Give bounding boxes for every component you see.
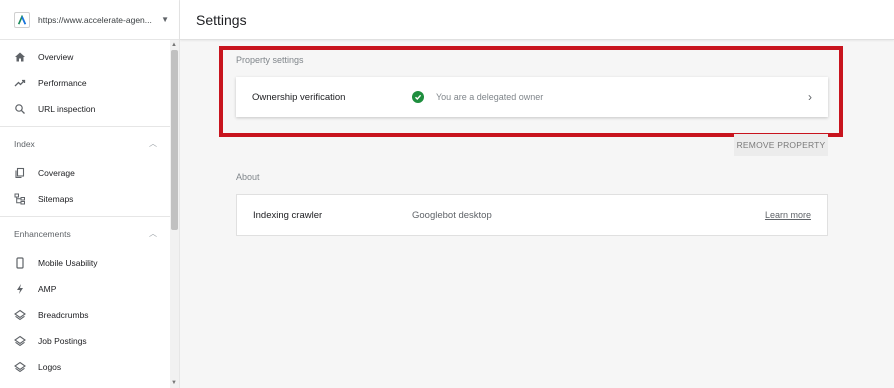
section-header-enhancements[interactable]: Enhancements ︿ [0,216,179,250]
sidebar-item-job-postings[interactable]: Job Postings [0,328,179,354]
sidebar-scrollbar[interactable]: ▲ ▼ [170,40,179,388]
sidebar-item-label: AMP [38,284,57,294]
sidebar-item-label: Coverage [38,168,75,178]
scroll-down-arrow-icon[interactable]: ▼ [171,380,177,386]
sitemap-icon [14,193,26,205]
sidebar-item-breadcrumbs[interactable]: Breadcrumbs [0,302,179,328]
section-title: Enhancements [14,228,71,239]
settings-content: Property settings Ownership verification… [180,40,894,388]
layers-icon [14,335,26,347]
copy-icon [14,167,26,179]
crawler-label: Indexing crawler [253,209,323,221]
sidebar-item-amp[interactable]: AMP [0,276,179,302]
chevron-down-icon[interactable]: ▼ [161,15,169,24]
sidebar-item-logos[interactable]: Logos [0,354,179,380]
home-icon [14,51,26,63]
trending-up-icon [14,77,26,89]
layers-icon [14,361,26,373]
chevron-up-icon[interactable]: ︿ [149,228,157,239]
about-label: About [236,172,260,182]
bolt-icon [14,283,26,295]
page-title: Settings [196,11,247,28]
sidebar-item-performance[interactable]: Performance [0,70,179,96]
sidebar: https://www.accelerate-agen... ▼ Overvie… [0,0,180,388]
section-title: Index [14,138,35,149]
sidebar-item-coverage[interactable]: Coverage [0,160,179,186]
property-logo-icon [14,11,30,28]
sidebar-item-label: Breadcrumbs [38,310,89,320]
phone-icon [14,257,26,269]
sidebar-item-label: URL inspection [38,104,96,114]
scrollbar-thumb[interactable] [171,50,178,230]
remove-property-button[interactable]: REMOVE PROPERTY [734,134,828,156]
sidebar-item-label: Performance [38,78,87,88]
sidebar-item-url-inspection[interactable]: URL inspection [0,96,179,122]
section-header-index[interactable]: Index ︿ [0,126,179,160]
sidebar-item-sitemaps[interactable]: Sitemaps [0,186,179,212]
top-header: Settings [180,0,894,40]
sidebar-item-label: Sitemaps [38,194,74,204]
sidebar-item-label: Job Postings [38,336,87,346]
scroll-up-arrow-icon[interactable]: ▲ [171,42,177,48]
sidebar-item-label: Logos [38,362,62,372]
crawler-value: Googlebot desktop [412,209,492,221]
sidebar-item-mobile-usability[interactable]: Mobile Usability [0,250,179,276]
sidebar-item-label: Mobile Usability [38,258,98,268]
sidebar-item-overview[interactable]: Overview [0,44,179,70]
sidebar-item-label: Overview [38,52,74,62]
chevron-up-icon[interactable]: ︿ [149,138,157,149]
search-icon [14,103,26,115]
indexing-crawler-row: Indexing crawler Googlebot desktop Learn… [236,194,828,236]
learn-more-link[interactable]: Learn more [765,210,811,220]
property-url: https://www.accelerate-agen... [38,14,152,25]
highlight-box [219,46,843,137]
property-selector[interactable]: https://www.accelerate-agen... ▼ [0,0,179,40]
layers-icon [14,309,26,321]
